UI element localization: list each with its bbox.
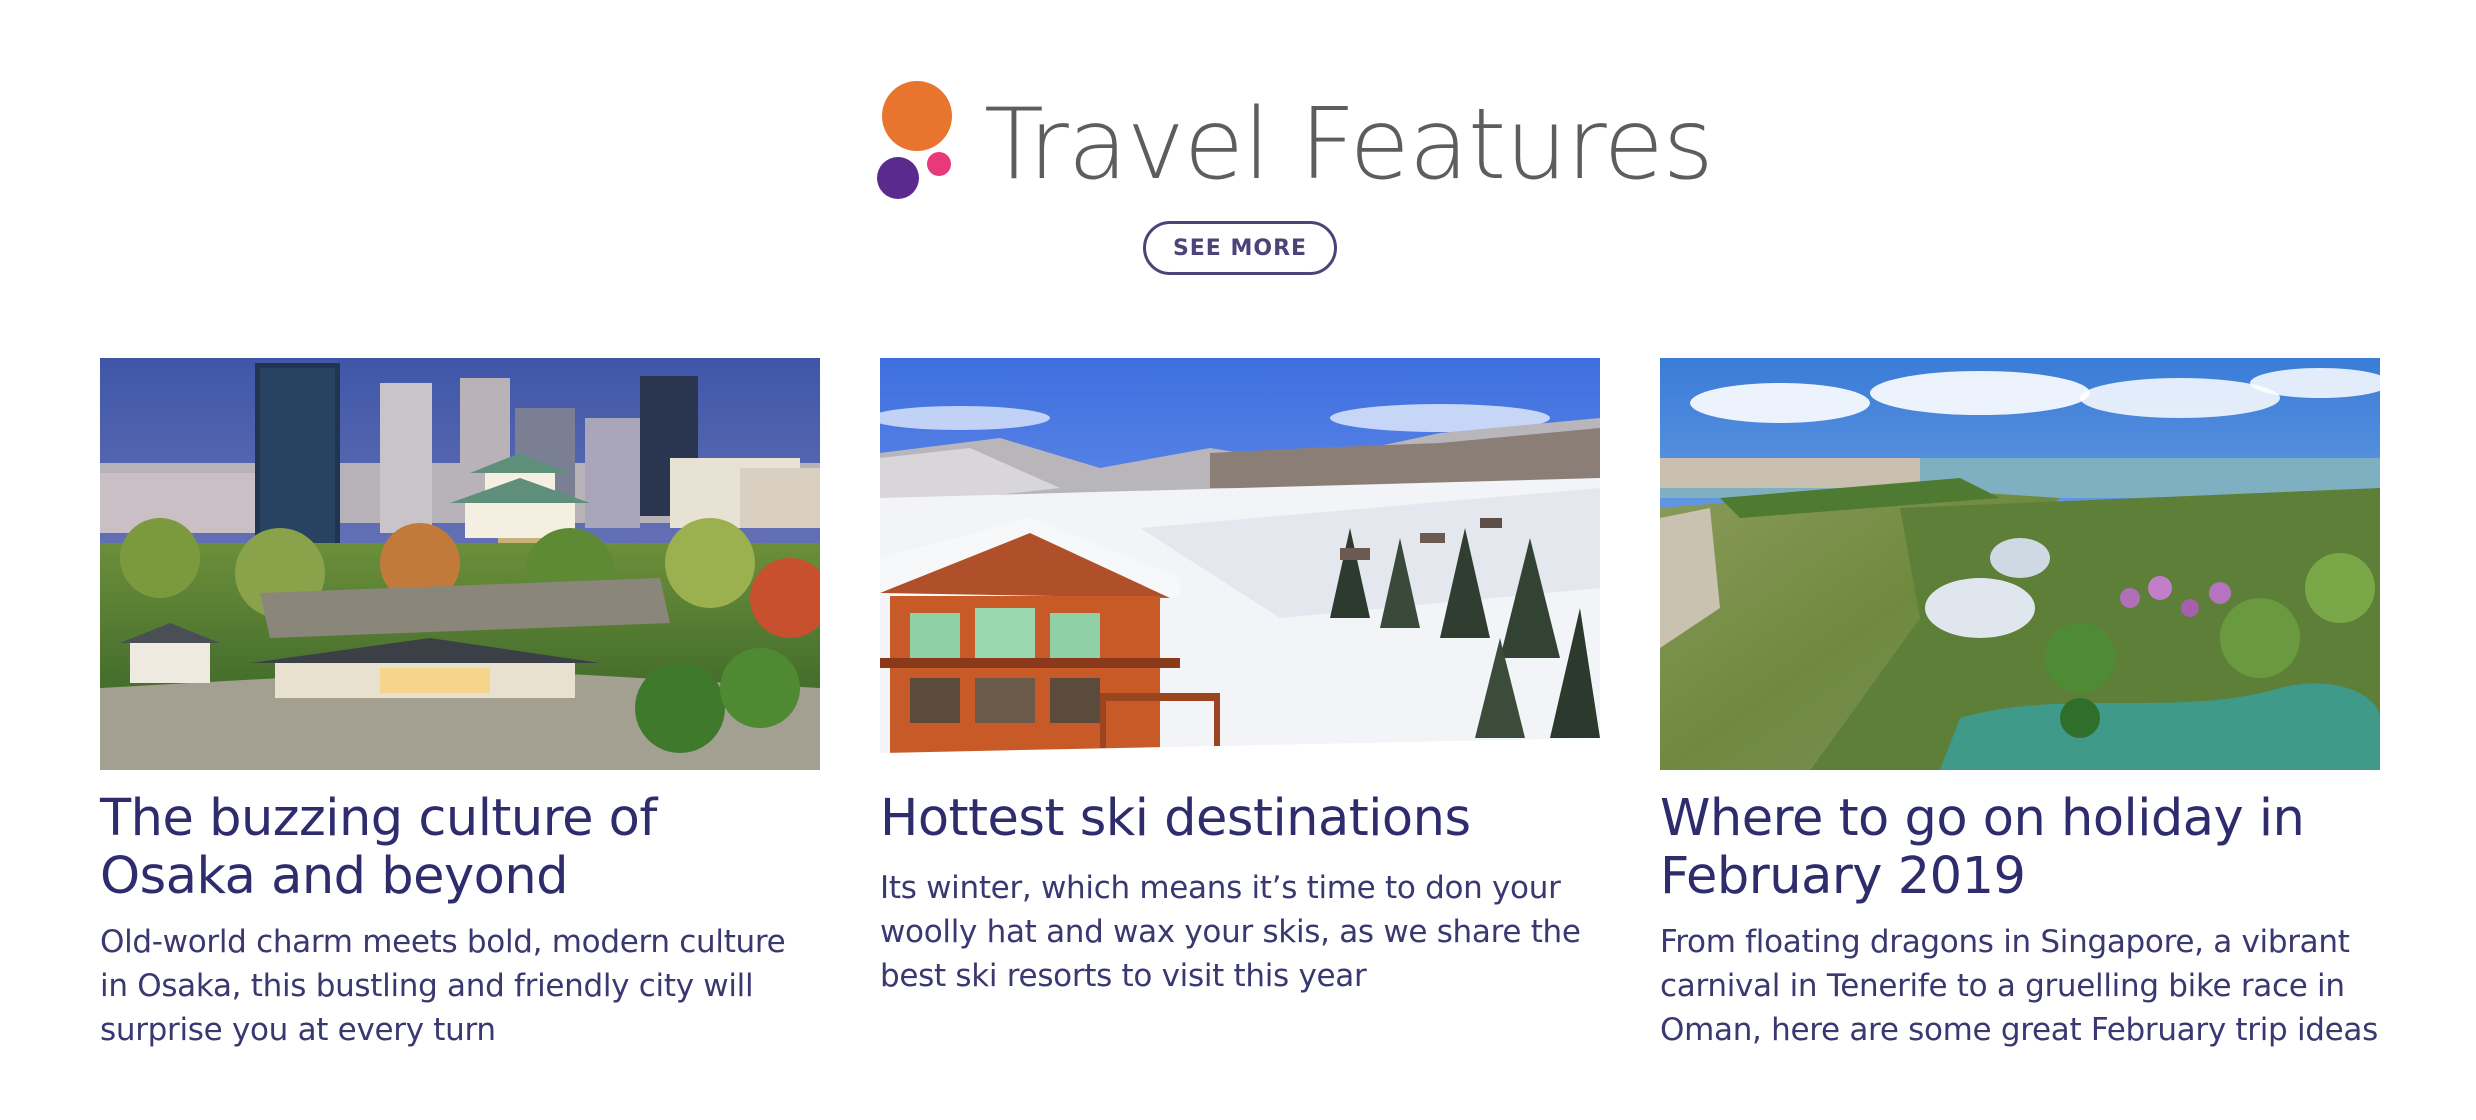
feature-card-osaka[interactable]: The buzzing culture of Osaka and beyond …	[100, 358, 820, 1052]
feature-card-february[interactable]: Where to go on holiday in February 2019 …	[1660, 358, 2380, 1052]
card-title[interactable]: The buzzing culture of Osaka and beyond	[100, 790, 820, 906]
card-description: Old-world charm meets bold, modern cultu…	[100, 924, 786, 1048]
card-description: From floating dragons in Singapore, a vi…	[1660, 924, 2378, 1048]
snowy-ski-chalet-photo[interactable]	[880, 358, 1600, 770]
section-title: Travel Features	[984, 88, 1714, 202]
card-title[interactable]: Where to go on holiday in February 2019	[1660, 790, 2380, 906]
singapore-gardens-aerial-photo[interactable]	[1660, 358, 2380, 770]
card-description: Its winter, which means it’s time to don…	[880, 870, 1581, 994]
feature-card-ski[interactable]: Hottest ski destinations Its winter, whi…	[880, 358, 1600, 998]
osaka-castle-skyline-photo[interactable]	[100, 358, 820, 770]
card-title[interactable]: Hottest ski destinations	[880, 790, 1600, 848]
section-header: Travel Features SEE MORE	[0, 0, 2476, 300]
brand-logo-icon	[877, 81, 952, 199]
feature-cards: The buzzing culture of Osaka and beyond …	[100, 358, 2380, 1078]
see-more-button[interactable]: SEE MORE	[1143, 221, 1337, 275]
